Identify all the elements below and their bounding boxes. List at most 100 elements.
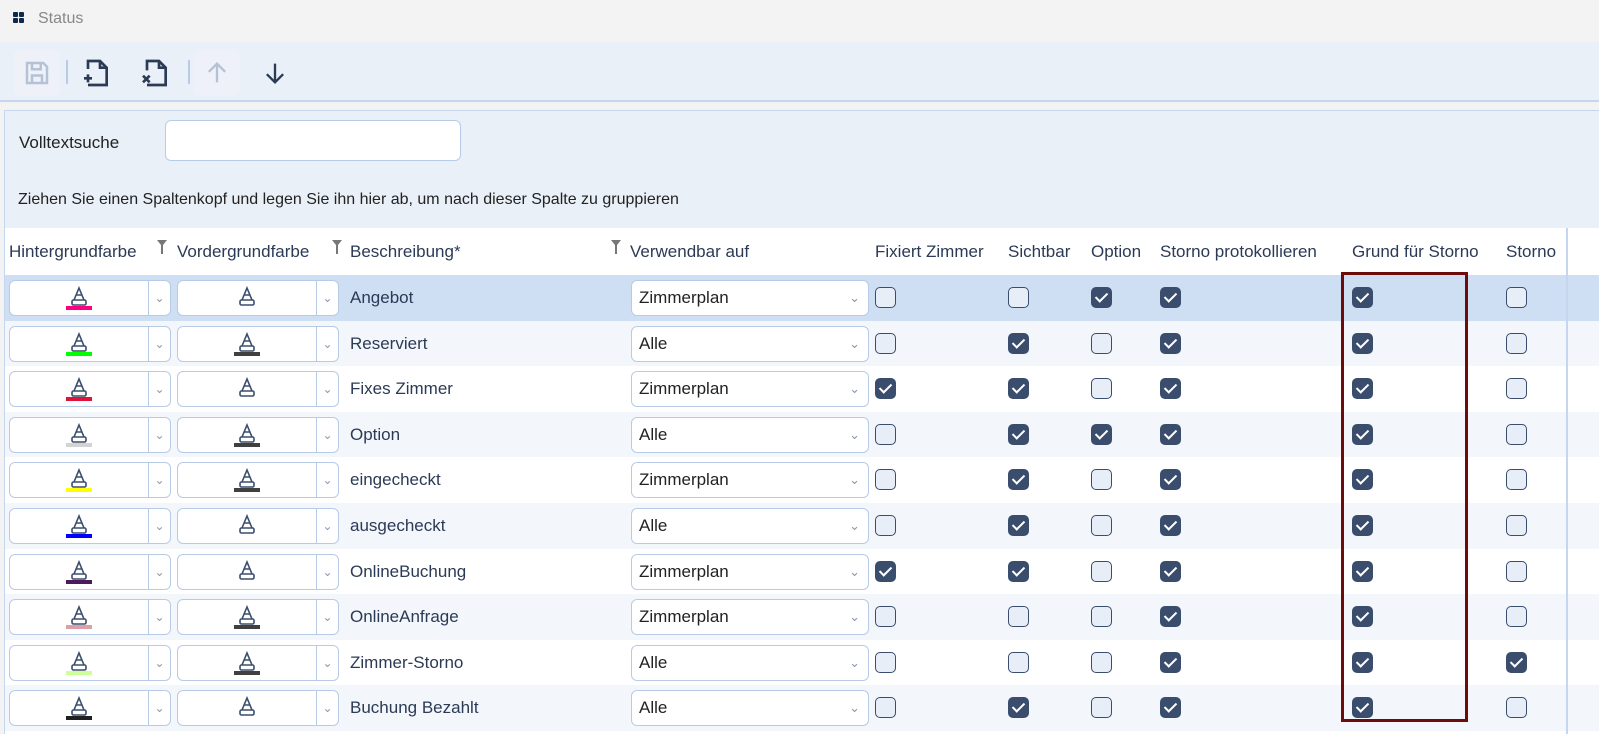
storno-reason-checkbox[interactable] — [1352, 697, 1373, 719]
option-checkbox[interactable] — [1091, 469, 1112, 491]
option-checkbox[interactable] — [1091, 423, 1112, 445]
bg-color-picker[interactable]: ⌄ — [9, 690, 171, 727]
fg-color-picker[interactable]: ⌄ — [177, 416, 339, 453]
chevron-down-icon[interactable]: ⌄ — [316, 509, 338, 543]
usable-on-select[interactable]: Zimmerplan ⌄ — [631, 280, 869, 316]
fg-color-picker[interactable]: ⌄ — [177, 644, 339, 681]
storno-checkbox[interactable] — [1506, 378, 1527, 400]
usable-on-select[interactable]: Zimmerplan ⌄ — [631, 553, 869, 590]
storno-reason-checkbox[interactable] — [1352, 287, 1373, 308]
column-header-storno[interactable]: Storno — [1506, 228, 1556, 275]
move-down-button[interactable] — [252, 50, 298, 96]
bg-color-picker[interactable]: ⌄ — [9, 508, 171, 544]
storno-reason-checkbox[interactable] — [1352, 423, 1373, 445]
usable-on-select[interactable]: Alle ⌄ — [631, 416, 869, 453]
column-header-option[interactable]: Option — [1091, 228, 1141, 275]
storno-reason-checkbox[interactable] — [1352, 651, 1373, 673]
bg-color-picker[interactable]: ⌄ — [9, 462, 171, 499]
storno-log-checkbox[interactable] — [1160, 469, 1181, 491]
storno-checkbox[interactable] — [1506, 651, 1527, 673]
storno-log-checkbox[interactable] — [1160, 287, 1181, 308]
description-cell[interactable]: OnlineBuchung — [350, 549, 466, 594]
visible-checkbox[interactable] — [1008, 423, 1029, 445]
delete-button[interactable] — [132, 50, 178, 96]
chevron-down-icon[interactable]: ⌄ — [148, 691, 170, 726]
table-row[interactable]: ⌄ ⌄ Angebot Zimmerplan ⌄ — [5, 275, 1599, 321]
save-button[interactable] — [14, 50, 60, 96]
storno-reason-checkbox[interactable] — [1352, 378, 1373, 400]
fg-color-picker[interactable]: ⌄ — [177, 325, 339, 362]
storno-log-checkbox[interactable] — [1160, 606, 1181, 628]
column-header-visible[interactable]: Sichtbar — [1008, 228, 1070, 275]
chevron-down-icon[interactable]: ⌄ — [316, 372, 338, 407]
chevron-down-icon[interactable]: ⌄ — [316, 691, 338, 726]
option-checkbox[interactable] — [1091, 651, 1112, 673]
bg-color-picker[interactable]: ⌄ — [9, 325, 171, 362]
visible-checkbox[interactable] — [1008, 332, 1029, 354]
usable-on-select[interactable]: Alle ⌄ — [631, 690, 869, 727]
fixed-checkbox[interactable] — [875, 515, 896, 536]
storno-checkbox[interactable] — [1506, 560, 1527, 582]
visible-checkbox[interactable] — [1008, 560, 1029, 582]
chevron-down-icon[interactable]: ⌄ — [316, 417, 338, 452]
storno-reason-checkbox[interactable] — [1352, 560, 1373, 582]
table-row[interactable]: ⌄ ⌄ eingecheckt Zimmerplan ⌄ — [5, 457, 1599, 503]
fixed-checkbox[interactable] — [875, 378, 896, 400]
bg-color-picker[interactable]: ⌄ — [9, 416, 171, 453]
fg-color-picker[interactable]: ⌄ — [177, 508, 339, 544]
table-row[interactable]: ⌄ ⌄ Reserviert Alle ⌄ — [5, 320, 1599, 367]
search-input[interactable] — [165, 120, 461, 161]
storno-checkbox[interactable] — [1506, 423, 1527, 445]
chevron-down-icon[interactable]: ⌄ — [316, 554, 338, 589]
storno-log-checkbox[interactable] — [1160, 332, 1181, 354]
filter-icon[interactable] — [611, 240, 621, 254]
chevron-down-icon[interactable]: ⌄ — [148, 326, 170, 361]
storno-log-checkbox[interactable] — [1160, 423, 1181, 445]
description-cell[interactable]: Reserviert — [350, 321, 427, 366]
chevron-down-icon[interactable]: ⌄ — [148, 554, 170, 589]
fixed-checkbox[interactable] — [875, 469, 896, 491]
column-header-bg[interactable]: Hintergrundfarbe — [9, 228, 137, 275]
description-cell[interactable]: ausgecheckt — [350, 503, 445, 548]
description-cell[interactable]: Buchung Bezahlt — [350, 685, 479, 730]
usable-on-select[interactable]: Alle ⌄ — [631, 644, 869, 681]
fg-color-picker[interactable]: ⌄ — [177, 690, 339, 727]
vertical-scrollbar[interactable] — [1566, 228, 1568, 734]
fg-color-picker[interactable]: ⌄ — [177, 371, 339, 408]
storno-log-checkbox[interactable] — [1160, 560, 1181, 582]
fixed-checkbox[interactable] — [875, 697, 896, 719]
move-up-button[interactable] — [194, 50, 240, 96]
description-cell[interactable]: Zimmer-Storno — [350, 640, 463, 685]
fg-color-picker[interactable]: ⌄ — [177, 553, 339, 590]
visible-checkbox[interactable] — [1008, 606, 1029, 628]
option-checkbox[interactable] — [1091, 515, 1112, 536]
option-checkbox[interactable] — [1091, 606, 1112, 628]
column-header-storno-log[interactable]: Storno protokollieren — [1160, 228, 1317, 275]
chevron-down-icon[interactable]: ⌄ — [148, 600, 170, 635]
bg-color-picker[interactable]: ⌄ — [9, 644, 171, 681]
filter-icon[interactable] — [332, 240, 342, 254]
description-cell[interactable]: Option — [350, 412, 400, 457]
visible-checkbox[interactable] — [1008, 469, 1029, 491]
fixed-checkbox[interactable] — [875, 606, 896, 628]
fixed-checkbox[interactable] — [875, 651, 896, 673]
chevron-down-icon[interactable]: ⌄ — [316, 326, 338, 361]
chevron-down-icon[interactable]: ⌄ — [316, 281, 338, 315]
storno-log-checkbox[interactable] — [1160, 651, 1181, 673]
visible-checkbox[interactable] — [1008, 651, 1029, 673]
column-header-fixed[interactable]: Fixiert Zimmer — [875, 228, 984, 275]
table-row[interactable]: ⌄ ⌄ OnlineBuchung Zimmerplan ⌄ — [5, 549, 1599, 595]
table-row[interactable]: ⌄ ⌄ Option Alle ⌄ — [5, 411, 1599, 458]
visible-checkbox[interactable] — [1008, 378, 1029, 400]
description-cell[interactable]: OnlineAnfrage — [350, 594, 459, 639]
storno-reason-checkbox[interactable] — [1352, 332, 1373, 354]
storno-checkbox[interactable] — [1506, 515, 1527, 536]
chevron-down-icon[interactable]: ⌄ — [316, 463, 338, 498]
storno-checkbox[interactable] — [1506, 287, 1527, 308]
storno-reason-checkbox[interactable] — [1352, 606, 1373, 628]
chevron-down-icon[interactable]: ⌄ — [148, 645, 170, 680]
fixed-checkbox[interactable] — [875, 332, 896, 354]
fg-color-picker[interactable]: ⌄ — [177, 280, 339, 316]
usable-on-select[interactable]: Zimmerplan ⌄ — [631, 599, 869, 636]
fixed-checkbox[interactable] — [875, 423, 896, 445]
